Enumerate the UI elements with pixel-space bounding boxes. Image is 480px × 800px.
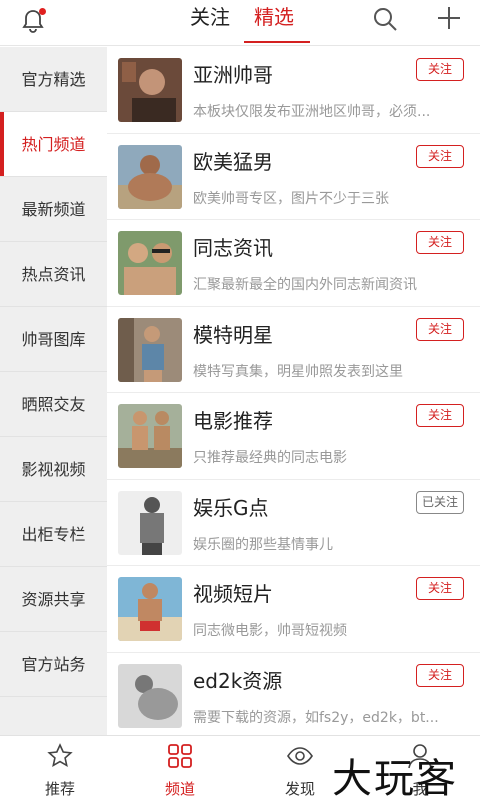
bell-icon[interactable]: [20, 8, 46, 34]
list-item[interactable]: ed2k资源 需要下载的资源，如fs2y，ed2k，bt... 关注: [107, 653, 480, 736]
search-icon[interactable]: [372, 6, 398, 32]
channel-desc: 同志微电影，帅哥短视频: [193, 623, 347, 639]
sidebar-item-video[interactable]: 影视视频: [0, 437, 107, 502]
follow-button[interactable]: 关注: [416, 144, 464, 168]
sidebar-item-hot-channels[interactable]: 热门频道: [0, 112, 107, 177]
star-icon: [46, 742, 74, 770]
sidebar-item-gallery[interactable]: 帅哥图库: [0, 307, 107, 372]
follow-button[interactable]: 关注: [416, 231, 464, 254]
sidebar-item-official-picks[interactable]: 官方精选: [0, 47, 107, 112]
channel-thumbnail: [118, 144, 182, 209]
channel-desc: 欧美帅哥专区，图片不少于三张: [193, 190, 389, 207]
channel-thumbnail: [118, 317, 182, 382]
channel-thumbnail: [118, 490, 182, 555]
channel-title: 亚洲帅哥: [193, 63, 273, 87]
nav-label: 频道: [164, 780, 195, 798]
follow-button[interactable]: 关注: [416, 404, 464, 427]
channel-desc: 需要下载的资源，如fs2y，ed2k，bt...: [193, 709, 439, 726]
channel-list: 亚洲帅哥 本板块仅限发布亚洲地区帅哥，必须... 关注 欧美猛男 欧美帅哥专区，…: [107, 47, 480, 735]
list-item[interactable]: 电影推荐 只推荐最经典的同志电影 关注: [107, 393, 480, 480]
tab-following[interactable]: 关注: [180, 0, 240, 46]
follow-button[interactable]: 关注: [416, 663, 464, 687]
category-sidebar: 官方精选 热门频道 最新频道 热点资讯 帅哥图库 晒照交友 影视视频 出柜专栏 …: [0, 47, 107, 735]
sidebar-item-coming-out[interactable]: 出柜专栏: [0, 502, 107, 567]
channel-title: 欧美猛男: [193, 149, 273, 174]
tab-featured[interactable]: 精选: [244, 0, 310, 46]
sidebar-item-new-channels[interactable]: 最新频道: [0, 177, 107, 242]
follow-button[interactable]: 关注: [416, 317, 464, 341]
sidebar-item-site-affairs[interactable]: 官方站务: [0, 632, 107, 697]
list-item[interactable]: 同志资讯 汇聚最新最全的国内外同志新闻资讯 关注: [107, 220, 480, 307]
followed-button[interactable]: 已关注: [416, 490, 464, 514]
grid-icon: [166, 742, 194, 770]
watermark: 大玩客: [332, 756, 458, 800]
nav-channels[interactable]: 频道: [120, 736, 240, 800]
channel-desc: 只推荐最经典的同志电影: [193, 450, 347, 466]
channel-title: 视频短片: [193, 582, 273, 606]
header-tabs: 关注 精选: [180, 0, 310, 46]
list-item[interactable]: 娱乐G点 娱乐圈的那些基情事儿 已关注: [107, 480, 480, 566]
top-bar: 关注 精选: [0, 0, 480, 46]
channel-thumbnail: [118, 231, 182, 295]
list-item[interactable]: 视频短片 同志微电影，帅哥短视频 关注: [107, 566, 480, 653]
eye-icon: [286, 742, 314, 770]
follow-button[interactable]: 关注: [416, 58, 464, 81]
channel-desc: 娱乐圈的那些基情事儿: [193, 536, 333, 553]
sidebar-item-resources[interactable]: 资源共享: [0, 567, 107, 632]
channel-thumbnail: [118, 58, 182, 122]
list-item[interactable]: 亚洲帅哥 本板块仅限发布亚洲地区帅哥，必须... 关注: [107, 47, 480, 134]
channel-thumbnail: [118, 577, 182, 641]
nav-label: 推荐: [44, 780, 75, 798]
list-item[interactable]: 欧美猛男 欧美帅哥专区，图片不少于三张 关注: [107, 134, 480, 220]
channel-desc: 本板块仅限发布亚洲地区帅哥，必须...: [193, 104, 431, 120]
list-item[interactable]: 模特明星 模特写真集，明星帅照发表到这里 关注: [107, 307, 480, 393]
sidebar-item-hot-news[interactable]: 热点资讯: [0, 242, 107, 307]
nav-recommend[interactable]: 推荐: [0, 736, 120, 800]
channel-title: 电影推荐: [193, 409, 273, 433]
channel-thumbnail: [118, 663, 182, 728]
channel-desc: 模特写真集，明星帅照发表到这里: [193, 363, 403, 380]
channel-title: 模特明星: [193, 322, 273, 347]
channel-title: ed2k资源: [193, 668, 283, 693]
follow-button[interactable]: 关注: [416, 577, 464, 600]
channel-desc: 汇聚最新最全的国内外同志新闻资讯: [193, 277, 417, 293]
sidebar-item-photo-dating[interactable]: 晒照交友: [0, 372, 107, 437]
channel-thumbnail: [118, 404, 182, 468]
plus-icon[interactable]: [436, 5, 462, 31]
channel-title: 同志资讯: [193, 236, 273, 260]
channel-title: 娱乐G点: [193, 495, 269, 520]
notification-dot: [39, 8, 46, 15]
